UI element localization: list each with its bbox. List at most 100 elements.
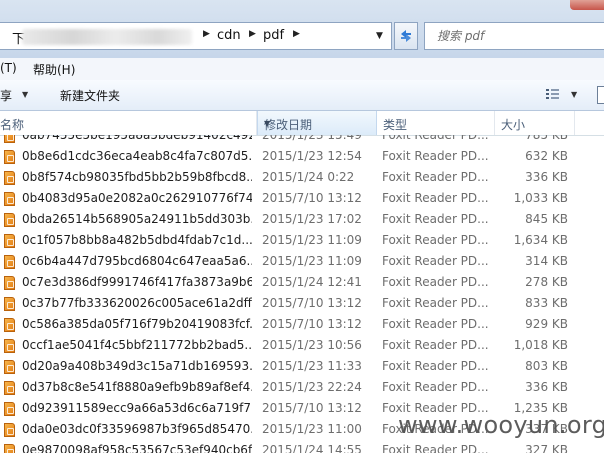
file-size: 845 KB xyxy=(525,212,568,226)
file-size: 929 KB xyxy=(525,317,568,331)
file-name: 0e9870098af958c53567c53ef940cb6f... xyxy=(22,443,252,453)
breadcrumb-separator-icon[interactable]: ▶ xyxy=(203,29,210,39)
file-row[interactable]: 0b8f574cb98035fbd5bb2b59b8fbcd8... 2015/1… xyxy=(0,168,604,189)
address-toolbar: 下 ▶ cdn ▶ pdf ▶ ▼ xyxy=(0,0,604,58)
file-name: 0c1f057b8bb8a482b5dbd4fdab7c1d... xyxy=(22,233,252,247)
file-size: 833 KB xyxy=(525,296,568,310)
file-name: 0c6b4a447d795bcd6804c647eaa5a6... xyxy=(22,254,252,268)
column-dropdown-icon[interactable]: ▼ xyxy=(264,119,372,128)
column-header-size[interactable]: 大小 xyxy=(495,111,575,135)
pdf-file-icon xyxy=(4,297,15,311)
file-name: 0c7e3d386df9991746f417fa3873a9b6... xyxy=(22,275,252,289)
file-name: 0b8f574cb98035fbd5bb2b59b8fbcd8... xyxy=(22,170,252,184)
address-bar[interactable]: 下 ▶ cdn ▶ pdf ▶ ▼ xyxy=(0,22,392,50)
file-type: Foxit Reader PD... xyxy=(382,275,489,289)
menu-help[interactable]: 帮助(H) xyxy=(33,61,75,78)
pdf-file-icon xyxy=(4,192,15,206)
window-close-button[interactable] xyxy=(570,0,604,10)
file-type: Foxit Reader PD... xyxy=(382,212,489,226)
file-date: 2015/7/10 13:12 xyxy=(262,191,362,205)
file-date: 2015/7/10 13:12 xyxy=(262,401,362,415)
file-date: 2015/1/23 17:02 xyxy=(262,212,362,226)
preview-pane-button[interactable] xyxy=(597,86,604,104)
file-type: Foxit Reader PD... xyxy=(382,233,489,247)
file-date: 2015/1/24 14:55 xyxy=(262,443,362,453)
pdf-file-icon xyxy=(4,135,15,143)
file-size: 314 KB xyxy=(525,254,568,268)
share-button[interactable]: 享 xyxy=(0,87,12,104)
file-size: 1,033 KB xyxy=(513,191,568,205)
search-input[interactable] xyxy=(435,28,599,44)
search-box[interactable] xyxy=(424,22,604,50)
pdf-file-icon xyxy=(4,171,15,185)
file-name: 0da0e03dc0f33596987b3f965d85470... xyxy=(22,422,252,436)
breadcrumb-cdn[interactable]: cdn xyxy=(217,28,241,43)
file-size: 327 KB xyxy=(525,443,568,453)
file-type: Foxit Reader PD... xyxy=(382,254,489,268)
pdf-file-icon xyxy=(4,255,15,269)
file-size: 336 KB xyxy=(525,170,568,184)
file-row[interactable]: 0d37b8c8e541f8880a9efb9b89af8ef4... 2015/… xyxy=(0,378,604,399)
file-name: 0b4083d95a0e2082a0c262910776f74... xyxy=(22,191,252,205)
file-row[interactable]: 0c6b4a447d795bcd6804c647eaa5a6... 2015/1/… xyxy=(0,252,604,273)
address-history-dropdown-icon[interactable]: ▼ xyxy=(376,31,383,41)
column-header-row: 名称 修改日期 ▼ 类型 大小 xyxy=(0,111,604,136)
file-row[interactable]: 0bda26514b568905a24911b5dd303b... 2015/1/… xyxy=(0,210,604,231)
file-row[interactable]: 0d20a9a408b349d3c15a71db169593... 2015/1/… xyxy=(0,357,604,378)
file-type: Foxit Reader PD... xyxy=(382,380,489,394)
refresh-button[interactable] xyxy=(394,22,418,50)
pdf-file-icon xyxy=(4,339,15,353)
file-size: 803 KB xyxy=(525,359,568,373)
view-options-icon[interactable] xyxy=(545,88,561,101)
new-folder-button[interactable]: 新建文件夹 xyxy=(60,87,120,104)
breadcrumb-separator-icon[interactable]: ▶ xyxy=(293,29,300,39)
refresh-icon xyxy=(401,30,411,42)
file-date: 2015/1/23 11:09 xyxy=(262,233,362,247)
file-type: Foxit Reader PD... xyxy=(382,135,489,142)
file-name: 0c37b77fb333620026c005ace61a2dff... xyxy=(22,296,252,310)
file-row[interactable]: 0ab7455e5be195a8a5bdeb91402c492... 2015/1… xyxy=(0,135,604,147)
file-date: 2015/1/23 11:33 xyxy=(262,359,362,373)
file-size: 278 KB xyxy=(525,275,568,289)
file-row[interactable]: 0b8e6d1cdc36eca4eab8c4fa7c807d5... 2015/1… xyxy=(0,147,604,168)
file-size: 336 KB xyxy=(525,380,568,394)
file-date: 2015/1/23 15:49 xyxy=(262,135,362,142)
column-header-date[interactable]: 修改日期 ▼ xyxy=(257,111,377,135)
menu-tools[interactable]: (T) xyxy=(0,61,17,75)
file-size: 632 KB xyxy=(525,149,568,163)
file-row[interactable]: 0c7e3d386df9991746f417fa3873a9b6... 2015/… xyxy=(0,273,604,294)
file-name: 0ccf1ae5041f4c5bbf211772bb2bad5... xyxy=(22,338,252,352)
file-type: Foxit Reader PD... xyxy=(382,296,489,310)
column-header-name[interactable]: 名称 xyxy=(0,111,257,135)
redacted-path xyxy=(22,29,192,45)
file-type: Foxit Reader PD... xyxy=(382,170,489,184)
column-header-type[interactable]: 类型 xyxy=(377,111,495,135)
file-row[interactable]: 0e9870098af958c53567c53ef940cb6f... 2015/… xyxy=(0,441,604,453)
breadcrumb-pdf[interactable]: pdf xyxy=(263,28,284,43)
breadcrumb-separator-icon[interactable]: ▶ xyxy=(249,29,256,39)
file-row[interactable]: 0b4083d95a0e2082a0c262910776f74... 2015/7… xyxy=(0,189,604,210)
view-dropdown-icon[interactable]: ▼ xyxy=(571,90,577,99)
file-type: Foxit Reader PD... xyxy=(382,191,489,205)
file-date: 2015/1/23 10:56 xyxy=(262,338,362,352)
pdf-file-icon xyxy=(4,360,15,374)
watermark: www.wooyun.org xyxy=(398,411,604,439)
file-date: 2015/1/23 22:24 xyxy=(262,380,362,394)
file-type: Foxit Reader PD... xyxy=(382,338,489,352)
pdf-file-icon xyxy=(4,213,15,227)
file-type: Foxit Reader PD... xyxy=(382,149,489,163)
file-row[interactable]: 0c37b77fb333620026c005ace61a2dff... 2015/… xyxy=(0,294,604,315)
file-name: 0d923911589ecc9a66a53d6c6a719f7... xyxy=(22,401,252,415)
share-dropdown-icon[interactable]: ▼ xyxy=(22,90,28,99)
file-date: 2015/7/10 13:12 xyxy=(262,317,362,331)
file-name: 0d37b8c8e541f8880a9efb9b89af8ef4... xyxy=(22,380,252,394)
file-row[interactable]: 0c586a385da05f716f79b20419083fcf... 2015/… xyxy=(0,315,604,336)
file-name: 0c586a385da05f716f79b20419083fcf... xyxy=(22,317,252,331)
pdf-file-icon xyxy=(4,318,15,332)
file-date: 2015/1/24 12:41 xyxy=(262,275,362,289)
file-row[interactable]: 0ccf1ae5041f4c5bbf211772bb2bad5... 2015/1… xyxy=(0,336,604,357)
file-date: 2015/7/10 13:12 xyxy=(262,296,362,310)
file-row[interactable]: 0c1f057b8bb8a482b5dbd4fdab7c1d... 2015/1/… xyxy=(0,231,604,252)
file-size: 785 KB xyxy=(525,135,568,142)
file-name: 0d20a9a408b349d3c15a71db169593... xyxy=(22,359,252,373)
